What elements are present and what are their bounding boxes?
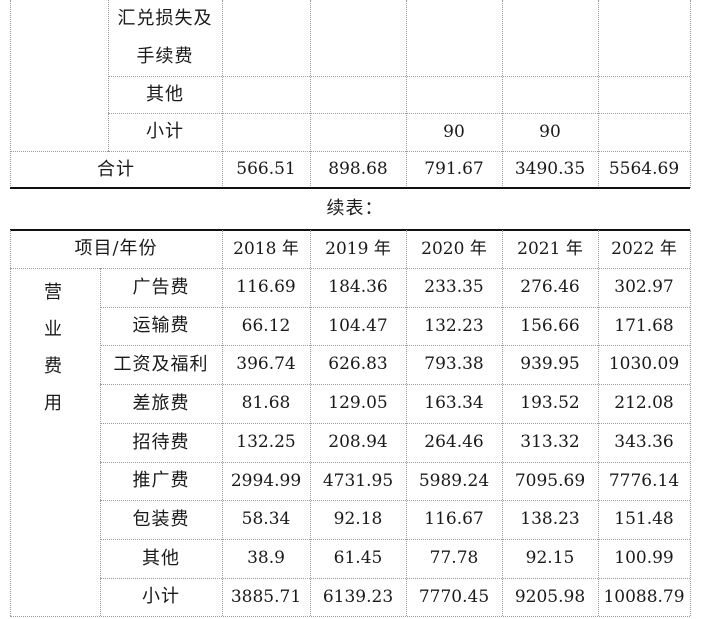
value-cell: 163.34 [424,393,484,413]
value-cell [598,0,690,38]
value-cell [598,113,690,151]
row-label: 小计 [146,121,184,142]
value-cell: 193.52 [520,393,580,413]
row-label: 其他 [142,547,180,569]
value-cell: 156.66 [520,315,580,336]
value-cell [310,38,406,76]
value-cell [310,113,406,151]
value-cell: 212.08 [614,393,674,413]
value-cell [222,76,310,113]
value-cell: 2994.99 [230,470,302,491]
row-label: 其他 [146,83,184,105]
header-item-label: 项目/年份 [74,238,158,259]
value-cell: 1030.09 [608,354,680,374]
value-cell: 6139.23 [322,586,394,607]
value-cell [406,38,502,76]
value-cell: 276.46 [520,277,580,297]
value-cell: 61.45 [333,548,383,568]
value-cell: 208.94 [328,432,388,452]
value-cell: 81.68 [241,393,291,413]
value-cell [598,38,690,76]
value-cell [310,0,406,38]
value-cell: 38.9 [247,548,285,568]
value-cell: 184.36 [328,277,388,297]
header-year: 2018 年 [233,238,299,259]
value-cell: 9205.98 [514,586,586,607]
value-cell: 4731.95 [322,470,394,491]
value-cell: 233.35 [424,277,484,297]
row-label: 手续费 [136,46,194,67]
value-cell [502,76,598,113]
value-cell: 90 [539,121,561,142]
value-cell: 343.36 [614,432,674,452]
value-cell: 90 [443,121,465,142]
value-cell: 66.12 [241,315,291,336]
value-cell: 129.05 [328,393,388,413]
group-label-char: 费 [44,355,62,377]
value-cell: 116.69 [236,277,296,297]
value-cell: 939.95 [520,354,580,374]
row-label: 差旅费 [132,392,190,414]
total-value: 3490.35 [514,159,586,179]
value-cell: 396.74 [236,354,296,374]
total-value: 566.51 [236,159,296,179]
value-cell: 302.97 [614,277,674,297]
value-cell: 313.32 [520,432,580,452]
value-cell: 92.15 [525,548,575,568]
value-cell [406,0,502,38]
value-cell: 151.48 [614,509,674,529]
total-label: 合计 [97,158,135,180]
value-cell: 132.23 [424,315,484,336]
value-cell: 138.23 [520,509,580,529]
value-cell [598,76,690,113]
row-label: 小计 [142,586,180,607]
value-cell: 116.67 [424,509,484,529]
header-year: 2021 年 [517,238,583,259]
total-value: 5564.69 [608,159,680,179]
row-label: 推广费 [132,470,190,491]
row-label: 工资及福利 [113,353,209,375]
value-cell: 171.68 [614,315,674,336]
value-cell: 7770.45 [418,586,490,607]
header-year: 2019 年 [325,238,391,259]
group-label-char: 营 [44,281,62,303]
value-cell: 793.38 [424,354,484,374]
total-value: 898.68 [328,159,388,179]
value-cell [222,0,310,38]
value-cell: 132.25 [236,432,296,452]
value-cell: 10088.79 [603,586,685,607]
group-label-char: 业 [44,318,62,340]
value-cell: 3885.71 [230,586,302,607]
header-year: 2022 年 [611,238,677,259]
value-cell [222,38,310,76]
value-cell: 7095.69 [514,470,586,491]
continued-label: 续表： [326,198,384,219]
value-cell: 100.99 [614,548,674,568]
value-cell: 5989.24 [418,470,490,491]
group-label-char: 用 [44,392,62,414]
row-label: 包装费 [132,508,190,530]
total-value: 791.67 [424,159,484,179]
row-label: 招待费 [132,431,190,453]
value-cell: 264.46 [424,432,484,452]
value-cell: 77.78 [429,548,479,568]
value-cell [406,76,502,113]
value-cell: 92.18 [333,509,383,529]
value-cell [502,38,598,76]
value-cell: 58.34 [241,509,291,529]
row-label: 广告费 [132,276,190,298]
row-label: 运输费 [132,315,190,336]
header-year: 2020 年 [421,238,487,259]
value-cell [502,0,598,38]
value-cell: 626.83 [328,354,388,374]
group-label-operating-expenses: 营业费用 [38,272,68,420]
value-cell: 7776.14 [608,470,680,491]
value-cell: 104.47 [328,315,388,336]
value-cell [310,76,406,113]
row-label: 汇兑损失及 [117,8,213,29]
value-cell [222,113,310,151]
